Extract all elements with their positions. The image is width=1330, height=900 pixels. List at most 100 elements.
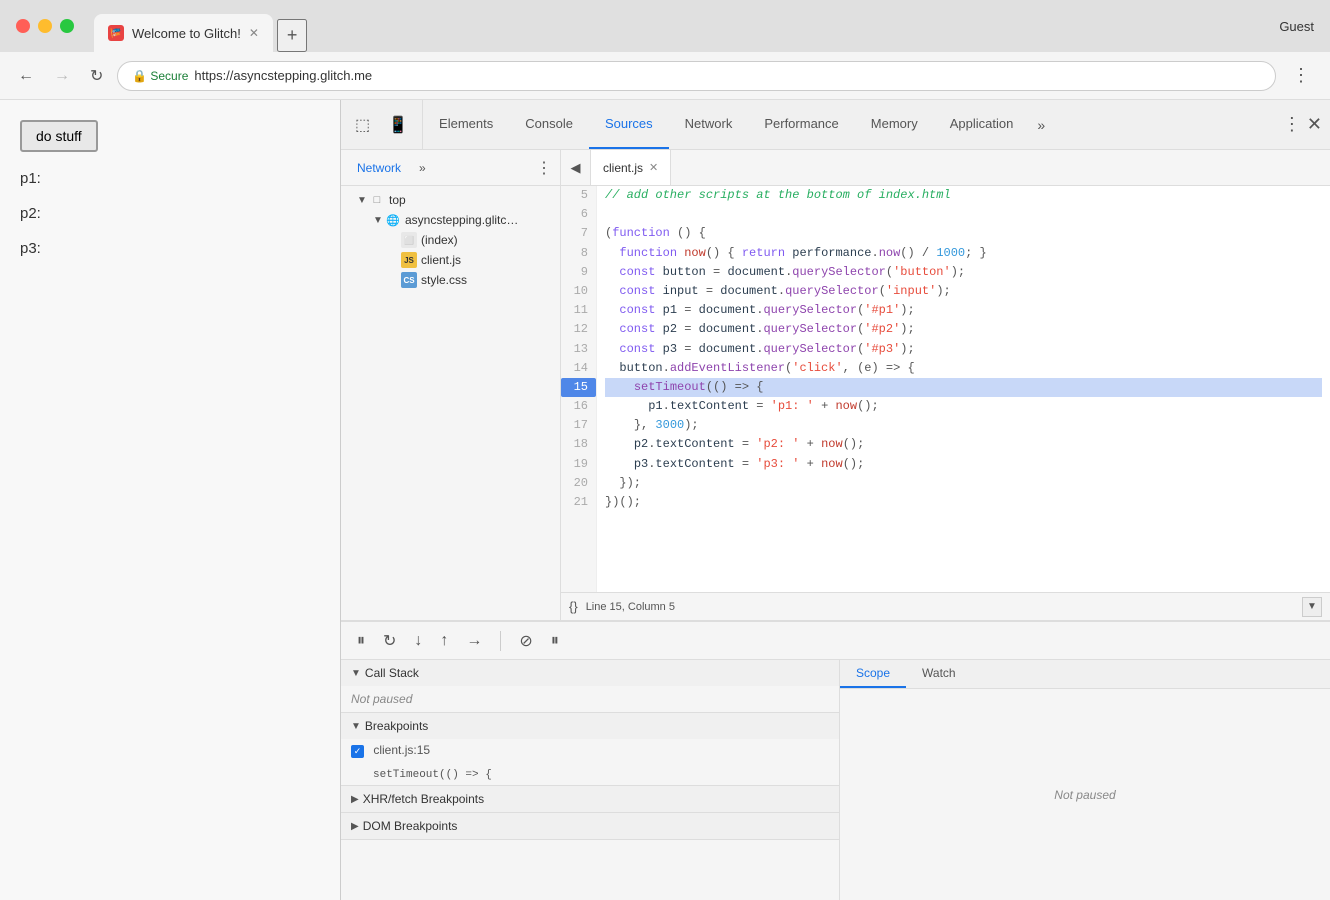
reload-btn[interactable]: ↻ [84,62,109,90]
p3-label: p3: [20,240,320,257]
address-bar[interactable]: 🔒 Secure https://asyncstepping.glitch.me [117,61,1276,91]
breakpoints-section: ▼ Breakpoints ✓ client.js:15 setTimeout(… [341,713,839,786]
code-line-20: }); [605,474,1322,493]
dom-breakpoints-header[interactable]: ▶ DOM Breakpoints [341,813,839,839]
call-stack-header[interactable]: ▼ Call Stack [341,660,839,686]
tree-item-clientjs[interactable]: JS client.js [341,250,560,270]
ln-9: 9 [561,263,596,282]
pause-on-exceptions-btn[interactable]: ⏸ [547,630,563,652]
dom-breakpoints-arrow: ▶ [351,821,359,832]
ln-11: 11 [561,301,596,320]
code-line-17: }, 3000); [605,416,1322,435]
file-tree-options-btn[interactable]: ⋮ [536,158,552,178]
xhr-breakpoints-header[interactable]: ▶ XHR/fetch Breakpoints [341,786,839,812]
close-window-btn[interactable] [16,19,30,33]
do-stuff-button[interactable]: do stuff [20,120,98,152]
tab-elements[interactable]: Elements [423,100,509,149]
code-line-9: const button = document.querySelector('b… [605,263,1322,282]
breakpoint-code-text: setTimeout(() => { [351,769,492,781]
collapse-panel-btn[interactable]: ◀ [561,150,591,185]
toggle-bottom-btn[interactable]: ▼ [1302,597,1322,617]
bottom-panel: ⏸ ↻ ↓ ↑ → ⊘ ⏸ ▼ Cal [341,620,1330,900]
dom-breakpoints-section: ▶ DOM Breakpoints [341,813,839,840]
scope-content: Not paused [840,689,1330,900]
code-line-15: setTimeout(() => { [605,378,1322,397]
maximize-window-btn[interactable] [60,19,74,33]
ln-19: 19 [561,455,596,474]
devtools-icons: ⬚ 📱 [341,100,423,149]
ln-5: 5 [561,186,596,205]
minimize-window-btn[interactable] [38,19,52,33]
browser-tab[interactable]: 🎏 Welcome to Glitch! ✕ [94,14,273,52]
scope-tabs: Scope Watch [840,660,1330,689]
title-bar: 🎏 Welcome to Glitch! ✕ + Guest [0,0,1330,52]
devtools-close-btn[interactable]: ✕ [1307,114,1322,135]
deactivate-breakpoints-btn[interactable]: ⊘ [515,629,536,653]
cursor-position: Line 15, Column 5 [586,601,1294,613]
file-tab-name: client.js [603,161,643,175]
code-line-18: p2.textContent = 'p2: ' + now(); [605,435,1322,454]
bottom-panels: ▼ Call Stack Not paused ▼ Breakpoints [341,660,1330,900]
code-line-10: const input = document.querySelector('in… [605,282,1322,301]
device-toolbar-btn[interactable]: 📱 [382,111,414,139]
tab-scope[interactable]: Scope [840,660,906,688]
status-bar: {} Line 15, Column 5 ▼ [561,592,1330,620]
ln-21: 21 [561,493,596,512]
file-tree: Network » ⋮ ▼ □ top ▼ 🌐 asyncs [341,150,561,620]
tree-item-top[interactable]: ▼ □ top [341,190,560,210]
css-file-icon: CS [401,272,417,288]
tab-network[interactable]: Network [669,100,749,149]
forward-btn[interactable]: → [48,63,76,89]
step-over-btn[interactable]: ↻ [379,629,400,653]
step-btn[interactable]: → [462,630,486,652]
devtools-settings-btn[interactable]: ⋮ [1283,114,1301,135]
tree-item-origin[interactable]: ▼ 🌐 asyncstepping.glitc… [341,210,560,230]
right-debug-panel: Scope Watch Not paused [840,660,1330,900]
new-tab-btn[interactable]: + [277,19,308,52]
file-tab-close-btn[interactable]: ✕ [649,161,658,174]
globe-icon: 🌐 [385,212,401,228]
pretty-print-btn[interactable]: {} [569,599,578,614]
file-tree-network-tab[interactable]: Network [349,157,409,179]
pause-resume-btn[interactable]: ⏸ [353,630,369,652]
more-tabs-btn[interactable]: » [1029,100,1053,149]
tab-application[interactable]: Application [934,100,1030,149]
breakpoints-header[interactable]: ▼ Breakpoints [341,713,839,739]
tab-console[interactable]: Console [509,100,589,149]
code-line-5: // add other scripts at the bottom of in… [605,186,1322,205]
code-editor: ◀ client.js ✕ 5 6 7 8 9 10 [561,150,1330,620]
more-options-btn[interactable]: ⋮ [1284,61,1318,90]
devtools-tabs: Elements Console Sources Network Perform… [423,100,1053,149]
page-content: do stuff p1: p2: p3: [0,100,340,900]
main-area: do stuff p1: p2: p3: ⬚ 📱 Elements Consol… [0,100,1330,900]
tab-close-btn[interactable]: ✕ [249,26,259,40]
breakpoint-checkbox[interactable]: ✓ [351,745,364,758]
file-tree-more-btn[interactable]: » [415,157,430,179]
ln-8: 8 [561,244,596,263]
p1-label: p1: [20,170,320,187]
step-into-btn[interactable]: ↓ [410,630,426,652]
html-file-icon: ⬜ [401,232,417,248]
code-line-21: })(); [605,493,1322,512]
ln-10: 10 [561,282,596,301]
back-btn[interactable]: ← [12,63,40,89]
step-out-btn[interactable]: ↑ [436,630,452,652]
code-content[interactable]: 5 6 7 8 9 10 11 12 13 14 15 16 1 [561,186,1330,592]
inspect-element-btn[interactable]: ⬚ [349,111,376,139]
tab-sources[interactable]: Sources [589,100,669,149]
ln-20: 20 [561,474,596,493]
source-panel: Network » ⋮ ▼ □ top ▼ 🌐 asyncs [341,150,1330,620]
tree-item-index[interactable]: ⬜ (index) [341,230,560,250]
call-stack-section: ▼ Call Stack Not paused [341,660,839,713]
file-tree-content: ▼ □ top ▼ 🌐 asyncstepping.glitc… ⬜ [341,186,560,620]
active-file-tab[interactable]: client.js ✕ [591,150,671,185]
tab-performance[interactable]: Performance [748,100,854,149]
tab-memory[interactable]: Memory [855,100,934,149]
guest-label: Guest [1279,19,1314,34]
tree-item-stylecss[interactable]: CS style.css [341,270,560,290]
code-lines: // add other scripts at the bottom of in… [597,186,1330,592]
nav-bar: ← → ↻ 🔒 Secure https://asyncstepping.gli… [0,52,1330,100]
code-line-16: p1.textContent = 'p1: ' + now(); [605,397,1322,416]
code-line-7: (function () { [605,224,1322,243]
tab-watch[interactable]: Watch [906,660,972,688]
